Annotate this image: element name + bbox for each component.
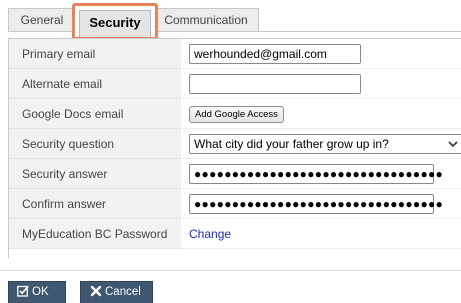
myeducation-password-label: MyEducation BC Password xyxy=(9,219,181,249)
alternate-email-label: Alternate email xyxy=(9,69,181,99)
footer-bar: OK Cancel xyxy=(0,270,461,303)
tab-security-label: Security xyxy=(79,10,151,37)
row-primary-email: Primary email xyxy=(9,39,461,69)
ok-label: OK xyxy=(32,286,49,298)
primary-email-label: Primary email xyxy=(9,39,181,69)
row-myeducation-password: MyEducation BC Password Change xyxy=(9,219,461,249)
confirm-answer-label: Confirm answer xyxy=(9,189,181,219)
tab-general[interactable]: General xyxy=(8,8,76,32)
primary-email-input[interactable] xyxy=(189,44,361,64)
alternate-email-input[interactable] xyxy=(189,74,361,94)
google-docs-email-label: Google Docs email xyxy=(9,99,181,129)
change-password-link[interactable]: Change xyxy=(189,219,231,249)
confirm-answer-input[interactable]: ●●●●●●●●●●●●●●●●●●●●●●●●●●●●●●●●● xyxy=(189,194,443,214)
cancel-button[interactable]: Cancel xyxy=(80,281,153,303)
security-answer-input[interactable]: ●●●●●●●●●●●●●●●●●●●●●●●●●●●●●●●●● xyxy=(189,164,443,184)
row-google-docs-email: Google Docs email Add Google Access xyxy=(9,99,461,129)
tab-communication[interactable]: Communication xyxy=(153,8,259,32)
security-answer-label: Security answer xyxy=(9,159,181,189)
chevron-down-icon xyxy=(448,141,458,148)
security-question-value: What city did your father grow up in? xyxy=(194,137,389,151)
row-security-answer: Security answer ●●●●●●●●●●●●●●●●●●●●●●●●… xyxy=(9,159,461,189)
tab-bar: General Communication Security xyxy=(0,0,461,40)
x-icon xyxy=(90,285,102,297)
security-question-select[interactable]: What city did your father grow up in? xyxy=(189,134,461,154)
check-square-icon xyxy=(17,285,29,297)
cancel-label: Cancel xyxy=(105,286,141,298)
security-form: Primary email Alternate email Google Doc… xyxy=(8,38,461,258)
row-confirm-answer: Confirm answer ●●●●●●●●●●●●●●●●●●●●●●●●●… xyxy=(9,189,461,219)
add-google-access-button[interactable]: Add Google Access xyxy=(189,106,284,123)
ok-button[interactable]: OK xyxy=(8,281,66,303)
tab-security[interactable]: Security xyxy=(72,3,158,40)
row-alternate-email: Alternate email xyxy=(9,69,461,99)
row-security-question: Security question What city did your fat… xyxy=(9,129,461,159)
security-question-label: Security question xyxy=(9,129,181,159)
